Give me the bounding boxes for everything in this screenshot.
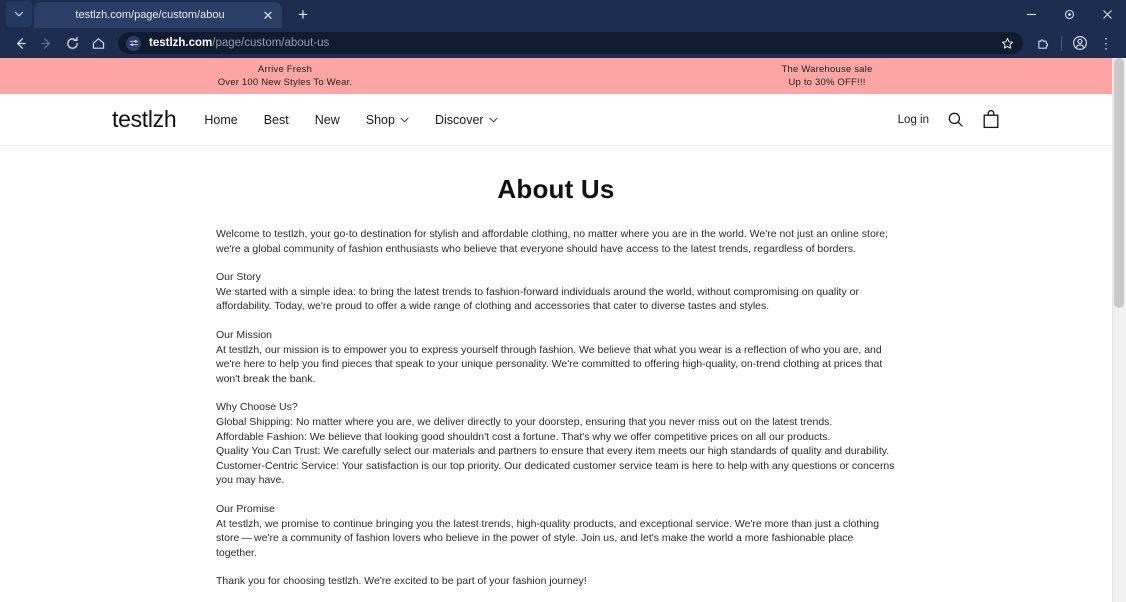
announcement-left-line1: Arrive Fresh bbox=[257, 64, 313, 75]
mission-block: Our Mission At testlzh, our mission is t… bbox=[216, 328, 896, 386]
main-content: About Us Welcome to testlzh, your go-to … bbox=[0, 146, 1112, 602]
announcement-right-line1: The Warehouse sale bbox=[781, 64, 873, 75]
home-icon[interactable] bbox=[86, 31, 110, 55]
window-minimize-button[interactable] bbox=[1012, 0, 1050, 28]
address-bar-url: testlzh.com/page/custom/about-us bbox=[149, 37, 329, 49]
site-header: testlzh Home Best New Shop Discover Log … bbox=[0, 94, 1112, 146]
window-controls bbox=[1012, 0, 1126, 28]
announcement-bar: Arrive Fresh Over 100 New Styles To Wear… bbox=[0, 58, 1112, 94]
nav-item-best[interactable]: Best bbox=[264, 113, 289, 127]
page-scrollbar[interactable] bbox=[1112, 58, 1126, 602]
nav-item-shop-label: Shop bbox=[365, 112, 395, 127]
new-tab-button[interactable]: + bbox=[290, 1, 316, 27]
profile-icon[interactable] bbox=[1068, 31, 1092, 55]
why-choose-block: Why Choose Us? Global Shipping: No matte… bbox=[216, 400, 896, 488]
about-article: Welcome to testlzh, your go-to destinati… bbox=[216, 227, 896, 589]
chevron-down-icon bbox=[400, 117, 409, 125]
window-maximize-button[interactable] bbox=[1050, 0, 1088, 28]
tab-title: testlzh.com/page/custom/abou bbox=[75, 9, 225, 21]
nav-item-discover[interactable]: Discover bbox=[435, 113, 498, 127]
back-icon[interactable] bbox=[8, 31, 32, 55]
nav-item-discover-label: Discover bbox=[434, 112, 484, 127]
promise-block: Our Promise At testlzh, we promise to co… bbox=[216, 502, 896, 560]
nav-item-new-label: New bbox=[314, 112, 340, 127]
why-choose-item-2: Affordable Fashion: We believe that look… bbox=[216, 430, 831, 443]
announcement-right[interactable]: The Warehouse sale Up to 30% OFF!!! bbox=[702, 63, 952, 89]
browser-tab[interactable]: testlzh.com/page/custom/abou ✕ bbox=[34, 2, 282, 28]
chevron-down-icon bbox=[488, 117, 498, 125]
page-title: About Us bbox=[497, 174, 615, 204]
story-heading: Our Story bbox=[216, 271, 261, 284]
address-bar-path: /page/custom/about-us bbox=[212, 37, 330, 49]
shopping-bag-icon[interactable] bbox=[982, 110, 1000, 129]
main-navigation: Home Best New Shop Discover bbox=[204, 113, 498, 127]
nav-item-home[interactable]: Home bbox=[204, 113, 237, 127]
web-page: Arrive Fresh Over 100 New Styles To Wear… bbox=[0, 58, 1112, 602]
tab-search-chevron-down-icon[interactable] bbox=[6, 1, 32, 27]
story-body: We started with a simple idea: to bring … bbox=[216, 285, 859, 313]
page-viewport: Arrive Fresh Over 100 New Styles To Wear… bbox=[0, 58, 1126, 602]
why-choose-heading: Why Choose Us? bbox=[216, 401, 298, 414]
closing-paragraph: Thank you for choosing testlzh. We're ex… bbox=[216, 575, 587, 588]
browser-chrome: testlzh.com/page/custom/abou ✕ + testlzh… bbox=[0, 0, 1126, 58]
promise-heading: Our Promise bbox=[216, 502, 275, 515]
announcement-left-line2: Over 100 New Styles To Wear. bbox=[217, 77, 353, 88]
bookmark-star-icon[interactable] bbox=[999, 35, 1015, 51]
reload-icon[interactable] bbox=[60, 31, 84, 55]
intro-paragraph: Welcome to testlzh, your go-to destinati… bbox=[216, 228, 889, 255]
search-icon[interactable] bbox=[947, 111, 964, 128]
nav-item-best-label: Best bbox=[263, 112, 289, 127]
browser-toolbar: testlzh.com/page/custom/about-us ⋮ bbox=[0, 28, 1126, 58]
forward-icon[interactable] bbox=[34, 31, 58, 55]
why-choose-item-1: Global Shipping: No matter where you are… bbox=[216, 415, 833, 428]
site-settings-tune-icon[interactable] bbox=[126, 35, 141, 51]
tab-strip: testlzh.com/page/custom/abou ✕ + bbox=[0, 0, 1126, 28]
mission-body: At testlzh, our mission is to empower yo… bbox=[216, 343, 883, 385]
mission-heading: Our Mission bbox=[216, 328, 273, 341]
extensions-puzzle-icon[interactable] bbox=[1031, 31, 1055, 55]
promise-body: At testlzh, we promise to continue bring… bbox=[216, 517, 880, 559]
announcement-left[interactable]: Arrive Fresh Over 100 New Styles To Wear… bbox=[170, 63, 400, 89]
header-actions: Log in bbox=[898, 110, 1000, 129]
nav-item-shop[interactable]: Shop bbox=[366, 113, 409, 127]
site-logo[interactable]: testlzh bbox=[112, 106, 177, 133]
announcement-right-line2: Up to 30% OFF!!! bbox=[788, 77, 866, 88]
login-link[interactable]: Log in bbox=[898, 114, 929, 126]
tab-close-icon[interactable]: ✕ bbox=[260, 7, 276, 23]
scrollbar-thumb[interactable] bbox=[1114, 58, 1124, 308]
story-block: Our Story We started with a simple idea:… bbox=[216, 270, 896, 314]
why-choose-item-3: Quality You Can Trust: We carefully sele… bbox=[216, 445, 890, 458]
nav-item-home-label: Home bbox=[204, 112, 238, 127]
address-bar[interactable]: testlzh.com/page/custom/about-us bbox=[118, 32, 1023, 54]
toolbar-separator bbox=[1061, 35, 1062, 51]
window-close-button[interactable] bbox=[1088, 0, 1126, 28]
why-choose-item-4: Customer-Centric Service: Your satisfact… bbox=[216, 459, 895, 487]
nav-item-new[interactable]: New bbox=[315, 113, 340, 127]
browser-menu-icon[interactable]: ⋮ bbox=[1094, 31, 1118, 55]
address-bar-domain: testlzh.com bbox=[149, 37, 213, 49]
